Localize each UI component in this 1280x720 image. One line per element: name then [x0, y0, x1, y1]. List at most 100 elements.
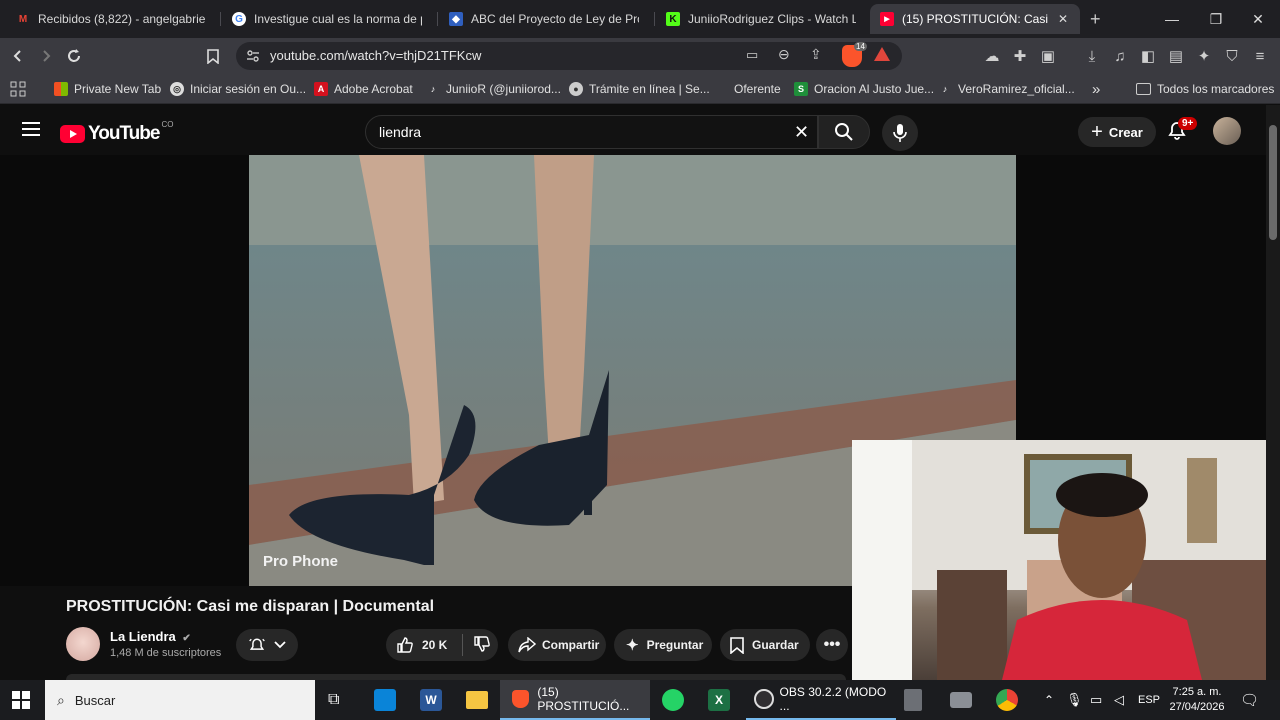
tab-kick-clips[interactable]: K JuniioRodriguez Clips - Watch Live: [656, 4, 866, 34]
webcam-overlay: [852, 440, 1280, 680]
close-window-button[interactable]: ✕: [1236, 0, 1280, 38]
windows-taskbar: ⌕ Buscar ⧉ W (15) PROSTITUCIÓ... X OBS 3…: [0, 680, 1280, 720]
folder-icon: [1136, 83, 1151, 95]
forward-arrow-icon[interactable]: [36, 46, 56, 66]
media-icon[interactable]: ♫: [1110, 46, 1130, 66]
restore-button[interactable]: ❐: [1194, 0, 1238, 38]
taskbar-calculator-icon[interactable]: [904, 680, 922, 720]
tab-youtube-active[interactable]: ▶ (15) PROSTITUCIÓN: Casi me ✕: [870, 4, 1080, 34]
tray-overflow-icon[interactable]: ⌃: [1044, 680, 1054, 720]
dislike-button[interactable]: [473, 635, 491, 656]
extensions-icon[interactable]: ✚: [1010, 46, 1030, 66]
plus-icon: +: [1091, 120, 1103, 143]
address-bar[interactable]: youtube.com/watch?v=thjD21TFKcw ▭ ⊖ ⇪ 14: [236, 42, 902, 70]
taskbar-word-icon[interactable]: W: [420, 680, 442, 720]
taskbar-store-icon[interactable]: [374, 680, 396, 720]
taskbar-chrome-icon[interactable]: [996, 680, 1018, 720]
notification-badge: 9+: [1178, 117, 1198, 130]
leo-ai-icon[interactable]: ✦: [1194, 46, 1214, 66]
bookmark-oracion[interactable]: S Oracion Al Justo Jue...: [794, 81, 934, 97]
bell-ring-icon: [249, 638, 265, 650]
hamburger-menu-icon[interactable]: [22, 122, 40, 136]
account-avatar[interactable]: [1213, 117, 1241, 145]
tray-volume-icon[interactable]: ◁: [1114, 680, 1124, 720]
vpn-shield-icon[interactable]: ⛉: [1222, 46, 1242, 66]
site-settings-icon[interactable]: [246, 49, 260, 63]
share-button[interactable]: Compartir: [508, 629, 606, 661]
save-button[interactable]: Guardar: [720, 629, 810, 661]
zoom-icon[interactable]: ⊖: [778, 46, 790, 63]
ask-button[interactable]: ✦ Preguntar: [614, 629, 712, 661]
tray-mic-icon[interactable]: 🎙︎: [1066, 680, 1083, 720]
brave-rewards-icon[interactable]: [874, 47, 890, 61]
close-tab-icon[interactable]: ✕: [1058, 12, 1068, 26]
language-indicator[interactable]: ESP: [1138, 680, 1160, 720]
search-button[interactable]: [818, 115, 870, 149]
channel-avatar[interactable]: [66, 627, 100, 661]
bookmark-private-tab[interactable]: Private New Tab: [54, 81, 161, 97]
reload-icon[interactable]: [64, 46, 84, 66]
tab-google-search[interactable]: G Investigue cual es la norma de pro: [222, 4, 432, 34]
clear-search-icon[interactable]: ✕: [794, 122, 809, 143]
menu-icon[interactable]: ≡: [1250, 46, 1270, 66]
thumbs-down-icon: [474, 635, 490, 652]
minimize-button[interactable]: —: [1150, 0, 1194, 38]
brave-shield-icon[interactable]: 14: [842, 42, 867, 67]
page-scrollbar[interactable]: [1266, 105, 1280, 680]
notification-center-icon[interactable]: 🗨︎: [1240, 680, 1259, 720]
taskbar-camera-icon[interactable]: [950, 680, 972, 720]
youtube-icon: ▶: [880, 12, 894, 26]
create-button[interactable]: + Crear: [1078, 117, 1156, 147]
browser-tab-strip: M Recibidos (8,822) - angelgabriela3 G I…: [0, 0, 1280, 38]
more-actions-button[interactable]: •••: [816, 629, 848, 661]
subscribed-bell-button[interactable]: [236, 629, 298, 661]
vpn-icon[interactable]: ☁: [982, 46, 1002, 66]
scrollbar-thumb[interactable]: [1269, 125, 1277, 240]
bookmark-adobe[interactable]: A Adobe Acrobat: [314, 81, 413, 97]
tab-abc-proyecto[interactable]: ◆ ABC del Proyecto de Ley de Protec: [439, 4, 649, 34]
tab-manager-icon[interactable]: ▣: [1038, 46, 1058, 66]
taskbar-obs-window[interactable]: OBS 30.2.2 (MODO ...: [746, 680, 896, 720]
taskbar-excel-icon[interactable]: X: [708, 680, 730, 720]
tab-separator: [654, 12, 655, 26]
taskbar-whatsapp-icon[interactable]: [662, 680, 684, 720]
download-icon[interactable]: ⤓: [1082, 46, 1102, 66]
taskbar-brave-window[interactable]: (15) PROSTITUCIÓ...: [500, 680, 650, 720]
all-bookmarks-button[interactable]: Todos los marcadores: [1136, 81, 1274, 97]
bookmarks-overflow-button[interactable]: »: [1092, 81, 1100, 98]
new-tab-button[interactable]: +: [1090, 9, 1101, 30]
youtube-logo[interactable]: YouTube CO: [60, 120, 173, 145]
bookmark-tiktok-juniior[interactable]: ♪ JuniioR (@juniiorod...: [426, 81, 561, 97]
browser-toolbar: youtube.com/watch?v=thjD21TFKcw ▭ ⊖ ⇪ 14…: [0, 38, 1280, 74]
back-arrow-icon[interactable]: [8, 46, 28, 66]
start-button[interactable]: [12, 680, 30, 720]
subscriber-count: 1,48 M de suscriptores: [110, 647, 222, 659]
taskbar-clock[interactable]: 7:25 a. m. 27/04/2026: [1162, 680, 1232, 720]
bookmark-tramite[interactable]: ● Trámite en línea | Se...: [569, 81, 710, 97]
cast-icon[interactable]: ▭: [746, 47, 758, 63]
google-icon: G: [232, 12, 246, 26]
tab-gmail[interactable]: M Recibidos (8,822) - angelgabriela3: [6, 4, 216, 34]
task-view-icon[interactable]: ⧉: [328, 680, 339, 720]
taskbar-search[interactable]: ⌕ Buscar: [45, 680, 315, 720]
thumbs-up-icon: [397, 637, 413, 653]
bookmark-outlook[interactable]: ◎ Iniciar sesión en Ou...: [170, 81, 306, 97]
tiktok-icon: ♪: [942, 84, 948, 94]
tray-network-icon[interactable]: ▭: [1090, 680, 1102, 720]
wallet-icon[interactable]: ▤: [1166, 46, 1186, 66]
tiktok-icon: ♪: [430, 84, 436, 94]
channel-name[interactable]: La Liendra ✔: [110, 629, 191, 644]
like-button[interactable]: 20 K: [396, 636, 462, 654]
share-arrow-icon: [518, 637, 536, 653]
search-input[interactable]: liendra ✕: [365, 115, 818, 149]
taskbar-explorer-icon[interactable]: [466, 680, 488, 720]
windows-colors-icon: [54, 82, 68, 96]
bookmark-oferente[interactable]: Oferente: [714, 81, 781, 97]
share-icon[interactable]: ⇪: [810, 46, 822, 63]
voice-search-button[interactable]: [882, 115, 918, 151]
bookmark-tiktok-vero[interactable]: ♪ VeroRamirez_oficial...: [938, 81, 1075, 97]
verified-icon: ✔: [182, 633, 191, 644]
bookmark-icon[interactable]: [203, 46, 223, 66]
sidebar-icon[interactable]: ◧: [1138, 46, 1158, 66]
apps-grid-icon[interactable]: [10, 81, 26, 97]
